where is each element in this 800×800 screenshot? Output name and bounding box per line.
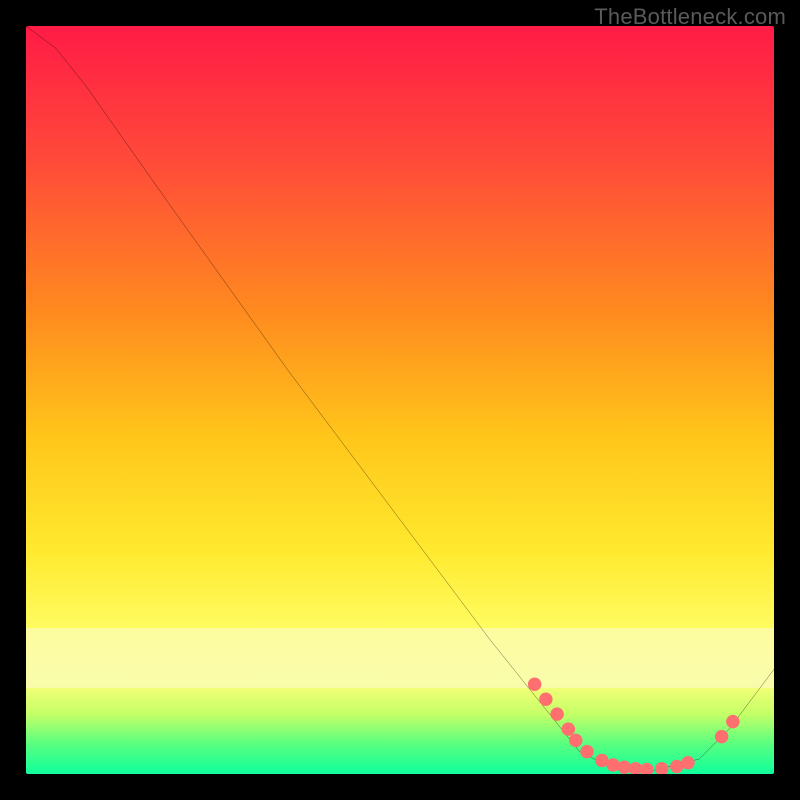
- highlight-dot: [726, 715, 739, 728]
- highlight-dot: [550, 707, 563, 720]
- bottleneck-curve: [26, 26, 774, 770]
- plot-wrap: [26, 26, 774, 774]
- chart-frame: TheBottleneck.com: [0, 0, 800, 800]
- highlight-dot: [715, 730, 728, 743]
- watermark-text: TheBottleneck.com: [594, 4, 786, 30]
- highlight-dot: [655, 762, 668, 774]
- highlight-dot: [562, 722, 575, 735]
- highlight-dot: [681, 756, 694, 769]
- highlight-dots: [528, 678, 740, 774]
- highlight-dot: [606, 758, 619, 771]
- highlight-dot: [569, 734, 582, 747]
- plot-area: [26, 26, 774, 774]
- curve-svg: [26, 26, 774, 774]
- highlight-dot: [640, 763, 653, 774]
- highlight-dot: [580, 745, 593, 758]
- highlight-dot: [539, 692, 552, 705]
- highlight-dot: [528, 678, 541, 691]
